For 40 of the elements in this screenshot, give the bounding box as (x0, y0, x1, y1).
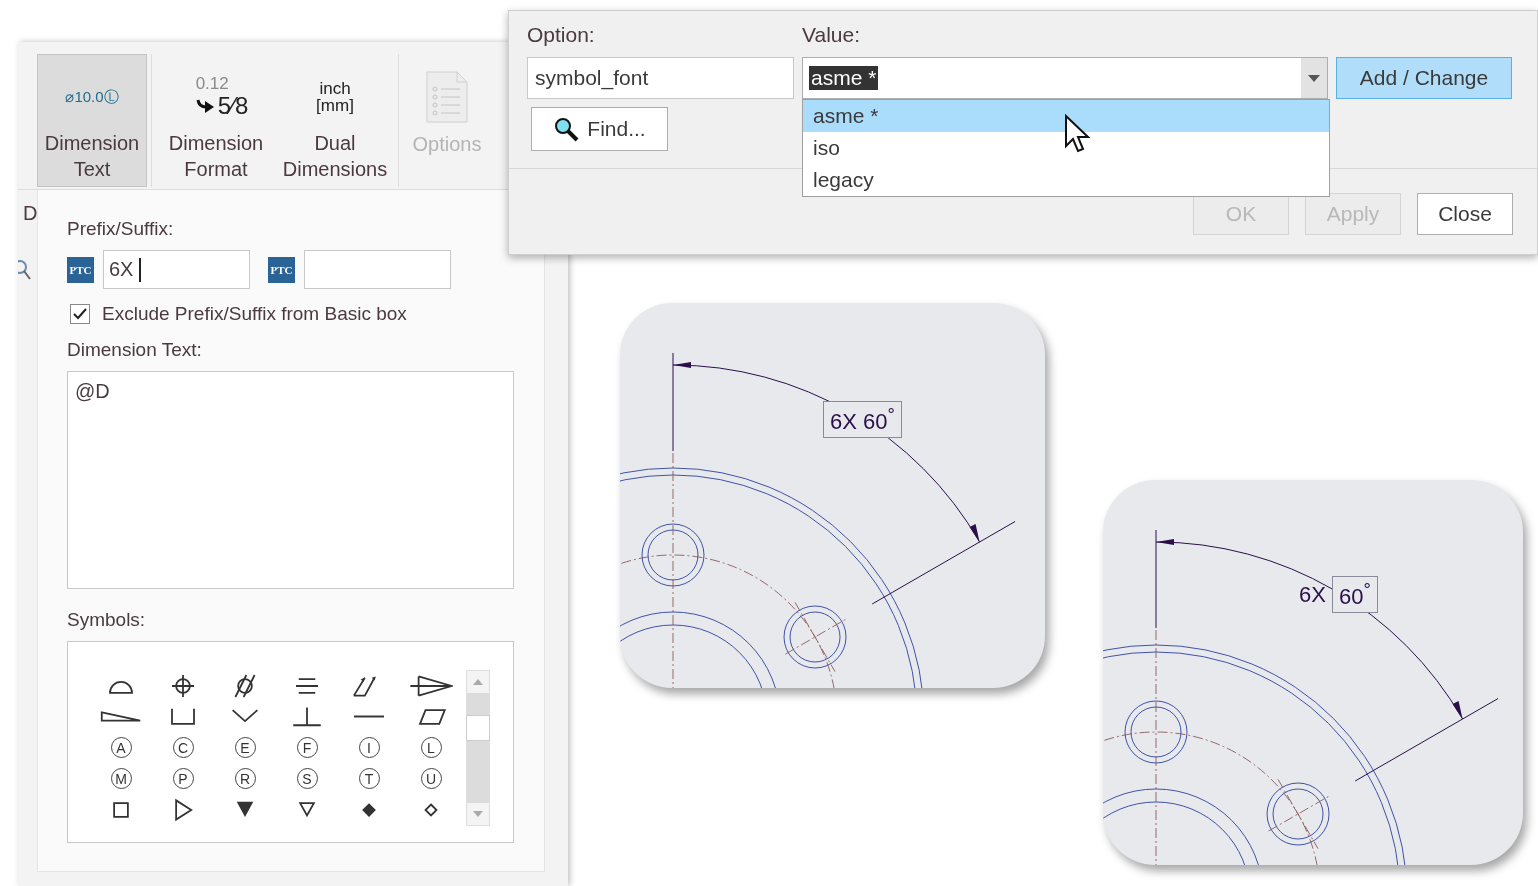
prefix-suffix-label: Prefix/Suffix: (67, 218, 175, 240)
checkbox-label: Exclude Prefix/Suffix from Basic box (102, 303, 407, 325)
decimal-icon: 0.12 (195, 75, 229, 92)
add-change-button[interactable]: Add / Change (1336, 57, 1512, 99)
scroll-thumb[interactable] (466, 715, 490, 741)
wedge-icon (99, 711, 143, 722)
text-field[interactable]: 6X (103, 250, 250, 289)
search-icon[interactable] (18, 259, 32, 281)
unit-icon: [mm] (316, 96, 354, 114)
fraction-icon: 5⁄8 (217, 94, 249, 118)
unit-icon: inch (319, 79, 351, 97)
dropdown-option[interactable]: asme * (803, 100, 1329, 132)
option-label: Option: (527, 23, 596, 48)
logo-icon: PTC (67, 256, 94, 283)
checkbox[interactable] (70, 304, 90, 324)
value-label: Value: (802, 23, 861, 48)
ribbon-tool[interactable]: 0.12 5⁄8 Dimension Format (156, 54, 276, 187)
dimension-text-field[interactable]: @D (67, 371, 514, 589)
curved-arrow-icon (195, 98, 216, 114)
scrollbar[interactable] (466, 670, 490, 826)
dimension-value: 60$^{°}$ (1331, 576, 1378, 614)
dimension-text-label: Dimension Text: (67, 339, 203, 361)
search-icon (553, 116, 580, 142)
ribbon-tool[interactable]: inch [mm] Dual Dimensions (276, 54, 394, 187)
dimension-label: 6X 60$^{°}$ (823, 401, 902, 439)
mouse-cursor-icon (1064, 114, 1090, 154)
dimension-prefix: 6X (1299, 581, 1326, 608)
find-button[interactable]: Find... (531, 107, 668, 151)
text-field[interactable] (304, 250, 451, 289)
dropdown-caret-icon (1308, 74, 1320, 82)
scroll-down-icon[interactable] (472, 810, 484, 818)
diameter-icon: ⌀10.0Ⓛ (65, 89, 119, 104)
dialog-button[interactable]: Close (1417, 192, 1513, 235)
logo-icon: PTC (268, 256, 295, 283)
ribbon-tool[interactable]: ⌀10.0Ⓛ Dimension Text (37, 54, 147, 187)
option-field[interactable]: symbol_font (527, 57, 794, 99)
scroll-up-icon[interactable] (472, 678, 484, 686)
document-icon (426, 71, 468, 123)
side-tab[interactable]: D (18, 202, 38, 225)
symbols-label: Symbols: (67, 609, 147, 631)
